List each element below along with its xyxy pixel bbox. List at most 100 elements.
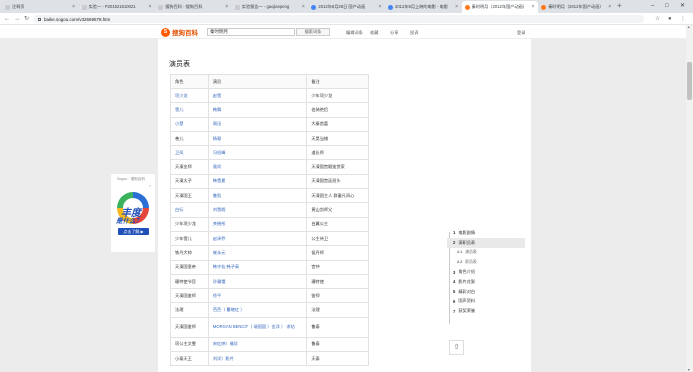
right-column [436, 39, 531, 372]
note-cell: 天凍国主人 群童凡同心 [306, 188, 369, 204]
toc-item[interactable]: 3 角色介绍 [447, 267, 525, 277]
maximize-button[interactable]: □ [665, 1, 669, 11]
address-bar[interactable]: baike.sogou.com/v32669578.htm [34, 15, 644, 23]
note-cell: 天泰 [306, 351, 369, 367]
share-link[interactable]: 分享 [390, 30, 398, 36]
note-cell: 鉴师 [306, 288, 369, 304]
edit-entry-link[interactable]: 编辑词条 [346, 30, 363, 36]
tab-close-icon[interactable]: × [532, 4, 535, 10]
toc-item[interactable]: 1 电影剧情 [447, 228, 525, 238]
browser-tab[interactable]: 秦时明月（2012年国产动画） × [461, 1, 538, 13]
browser-tab[interactable]: 秦时明月（2012年国产动画） × [538, 1, 614, 13]
toc-item[interactable]: 2.2 职员表 [447, 257, 525, 267]
actor-cell[interactable]: 冯绍峰 [207, 145, 308, 161]
ad-cta-button[interactable]: 点击了解 ▶ [118, 228, 149, 235]
sogou-baike-logo[interactable]: S 搜狗百科 [161, 27, 198, 37]
actor-cell[interactable]: 赵泽乔 [207, 230, 308, 247]
actor-cell[interactable]: 韩守仙 韩子高 [207, 259, 308, 275]
table-row: 天凍国皇帝 韩守仙 韩子高 宫仲 [170, 259, 369, 275]
browser-tab[interactable]: 2012年8月28日 国产动画 × [308, 1, 384, 13]
scrollbar-thumb[interactable] [687, 62, 692, 100]
search-button[interactable]: 搜索词条 [296, 28, 330, 36]
forward-icon[interactable]: → [14, 15, 20, 23]
role-cell[interactable]: 卫凤 [170, 145, 209, 161]
tab-strip: 注释页 × 实验一 - P201521610021 × 搜狗百科 - 搜狗百科 × 实验报告… [0, 0, 693, 13]
tab-title: 实验一 - P201521610021 [88, 4, 136, 9]
table-of-contents: 1 电影剧情 2 演职员表 2.1 演员表 2.2 职员表 3 角色介绍 4 影片花絮 5 精彩对白 6 国声… [447, 228, 525, 324]
browser-tab[interactable]: 2012年8月上映的电影 - 电影 × [385, 1, 461, 13]
actor-cell[interactable]: 周迅 [207, 116, 308, 132]
tab-close-icon[interactable]: × [608, 4, 611, 10]
browser-tab[interactable]: 注释页 × [2, 1, 78, 13]
ad-close-icon[interactable]: × [149, 183, 151, 188]
search-input[interactable]: 秦时明月 [207, 28, 295, 36]
ad-widget[interactable]: Sogou · 搜狗百科 × 丰度 是什么？ 点击了解 ▶ [111, 174, 155, 252]
actor-cell[interactable]: 崔永元 [207, 245, 308, 261]
toc-item-label: 演职员表 [458, 239, 476, 245]
actor-cell[interactable]: 袁尚 [207, 159, 308, 175]
browser-tab[interactable]: 实验报告一 - gaojianpeng × [232, 1, 308, 13]
actor-cell[interactable]: 赵雪 [207, 87, 308, 104]
tab-close-icon[interactable]: × [149, 4, 152, 10]
actor-cell[interactable]: 宋红婷）雅珍 [207, 336, 308, 353]
profile-icon[interactable]: ● [668, 15, 672, 23]
actor-cell[interactable]: 徐平 [207, 288, 308, 304]
table-row: 天凍太子 韩雪夏 天凍国宫廷班头 [170, 173, 369, 190]
toc-item-label: 电影剧情 [458, 229, 476, 235]
toc-item-number: 5 [453, 289, 456, 295]
note-cell: 珊特使 [306, 273, 369, 290]
tab-close-icon[interactable]: × [378, 4, 381, 10]
actor-cell[interactable]: 刘洋）影片 [207, 351, 308, 367]
role-cell: 珊特使节官 [170, 273, 209, 290]
table-row: 小泰天王 刘洋）影片 天泰 [170, 351, 369, 367]
tab-close-icon[interactable]: × [302, 4, 305, 10]
favorite-link[interactable]: 收藏 [370, 30, 378, 36]
actor-cell[interactable]: 杨幂 [207, 130, 308, 147]
note-cell: 黄山剑师父 [306, 202, 369, 218]
toc-item-number: 7 [453, 308, 456, 314]
toc-item[interactable]: 2.1 演员表 [447, 248, 525, 258]
actor-cell[interactable]: 孙骥懂 [207, 273, 308, 290]
column-header-note: 备注 [306, 74, 369, 89]
actor-cell[interactable]: 芭芭（ 瞿晓红 ） [207, 302, 308, 318]
close-window-button[interactable]: ✕ [680, 1, 685, 11]
minimize-button[interactable]: – [651, 1, 654, 11]
toc-item[interactable]: 4 影片花絮 [447, 277, 525, 287]
back-to-top-icon[interactable]: ⇧ [449, 340, 464, 355]
toc-item[interactable]: 5 精彩对白 [447, 287, 525, 297]
new-tab-button[interactable]: + [617, 1, 622, 11]
table-row: 白衍 刘雪暇 黄山剑师父 [170, 202, 369, 218]
role-cell[interactable]: 小楚 [170, 116, 209, 132]
tab-close-icon[interactable]: × [455, 4, 458, 10]
actor-cell[interactable]: 韩舞 [207, 102, 308, 118]
table-row: 项公主文雯 宋红婷）雅珍 鲁泰 [170, 336, 369, 353]
scroll-down-icon[interactable]: ▼ [687, 368, 690, 372]
toc-item-label: 精彩对白 [458, 288, 476, 294]
toc-item[interactable]: 7 获奖荣誉 [447, 306, 525, 316]
actor-cell[interactable]: 鲁凯 [207, 188, 308, 204]
browser-tab[interactable]: 实验一 - P201521610021 × [79, 1, 155, 13]
tab-close-icon[interactable]: × [225, 4, 228, 10]
page-scrollbar[interactable]: ▲ ▼ [686, 25, 693, 372]
role-cell[interactable]: 项少龙 [170, 87, 209, 104]
role-cell: 天凍太子 [170, 173, 209, 190]
menu-icon[interactable]: ⋮ [680, 15, 686, 23]
actor-cell[interactable]: MORGAN BENCIT（ 瑞国国 ）金洋 ） 求钻 [207, 316, 308, 338]
actor-cell[interactable]: 刘雪暇 [207, 202, 308, 218]
table-row: 卫凤 冯绍峰 道长师 [170, 145, 369, 161]
bookmark-star-icon[interactable]: ☆ [655, 15, 660, 23]
actor-cell[interactable]: 韩雪夏 [207, 173, 308, 190]
report-link[interactable]: 投诉 [410, 30, 418, 36]
toc-item[interactable]: 6 国声资料 [447, 297, 525, 307]
login-link[interactable]: 登录 [517, 30, 525, 36]
scroll-up-icon[interactable]: ▲ [687, 25, 690, 29]
toc-item[interactable]: 2 演职员表 [447, 237, 525, 248]
browser-tab[interactable]: 搜狗百科 - 搜狗百科 × [155, 1, 231, 13]
reload-icon[interactable]: ↻ [24, 15, 29, 23]
toc-item-label: 影片花絮 [458, 278, 476, 284]
role-cell[interactable]: 白衍 [170, 202, 209, 218]
role-cell[interactable]: 雪儿 [170, 102, 209, 118]
tab-close-icon[interactable]: × [72, 4, 75, 10]
back-icon[interactable]: ← [4, 15, 10, 23]
actor-cell[interactable]: 关晓彤 [207, 216, 308, 232]
